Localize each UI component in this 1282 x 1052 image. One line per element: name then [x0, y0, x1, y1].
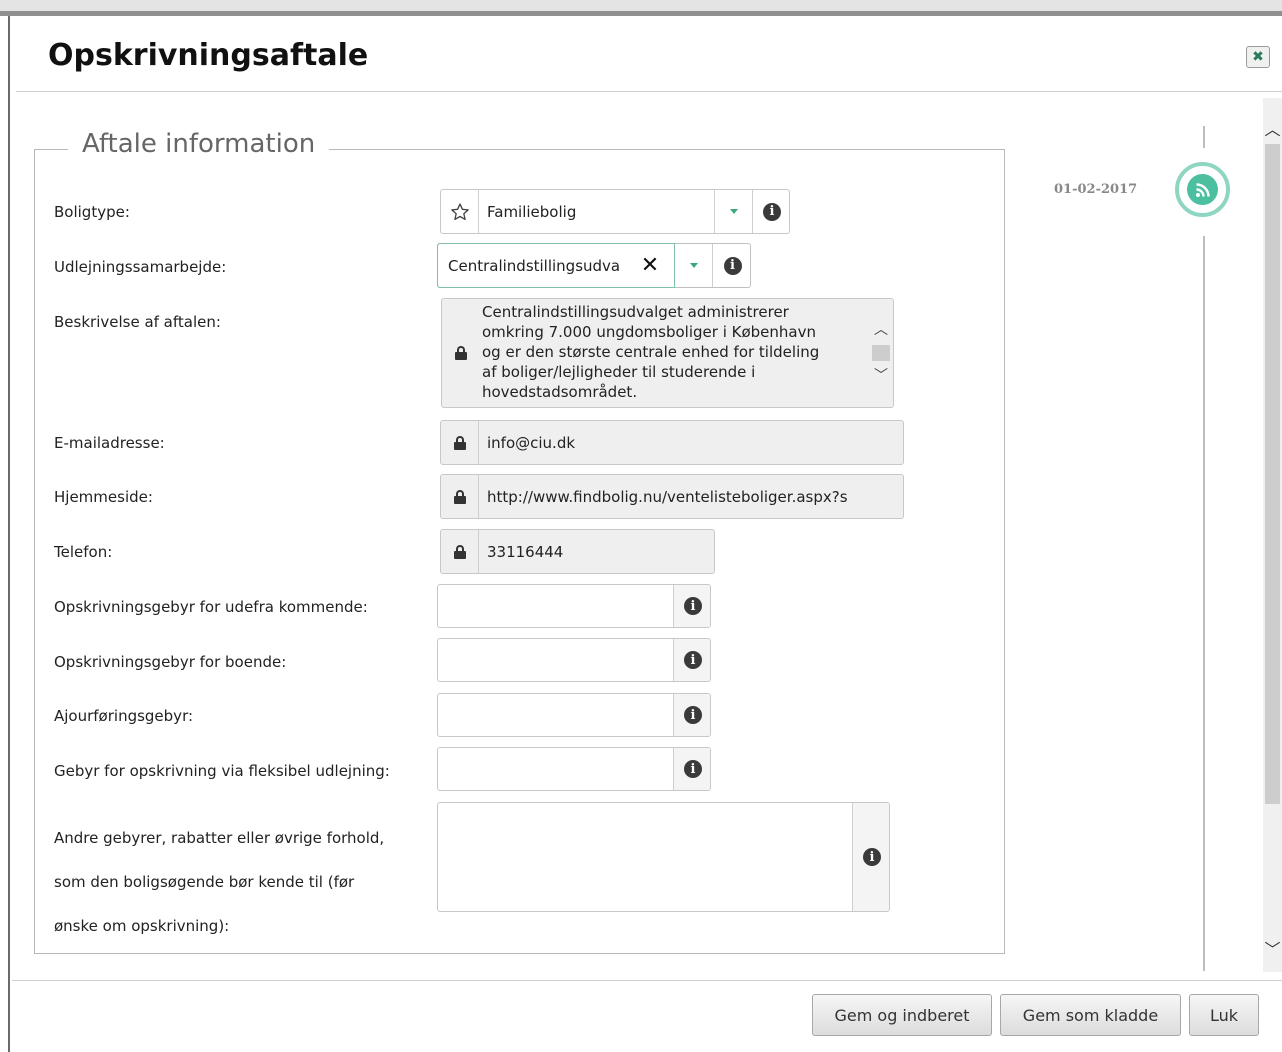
chevron-up-icon[interactable]: ︿: [1263, 116, 1282, 140]
andre-textarea[interactable]: i: [437, 802, 890, 912]
beskrivelse-label: Beskrivelse af aftalen:: [54, 313, 221, 331]
udlejningssamarbejde-value: Centralindstillingsudva: [448, 256, 621, 275]
info-icon: i: [763, 202, 781, 221]
beskrivelse-textarea[interactable]: Centralindstillingsudvalget administrere…: [441, 298, 894, 408]
email-value: info@ciu.dk: [487, 433, 576, 452]
lock-icon: [442, 299, 480, 407]
timeline-date: 01-02-2017: [1054, 182, 1138, 197]
andre-info-button[interactable]: i: [852, 803, 889, 911]
udlejningssamarbejde-select[interactable]: Centralindstillingsudva ✕ i: [437, 243, 751, 288]
andre-label: Andre gebyrer, rabatter eller øvrige for…: [54, 816, 384, 948]
close-icon: ✖: [1252, 49, 1264, 65]
boligtype-select[interactable]: Familiebolig i: [440, 189, 790, 234]
andre-label-line: ønske om opskrivning):: [54, 917, 230, 935]
section-legend: Aftale information: [68, 129, 330, 159]
email-field[interactable]: info@ciu.dk: [440, 420, 904, 465]
star-icon[interactable]: [441, 190, 479, 233]
beskrivelse-line: hovedstadsområdet.: [482, 383, 638, 401]
chevron-down-icon[interactable]: ﹀: [1263, 936, 1282, 960]
beskrivelse-line: af boliger/lejligheder til studerende i: [482, 363, 756, 381]
gebyr-fleksibel-info-button[interactable]: i: [673, 748, 710, 790]
scroll-thumb[interactable]: [1265, 144, 1280, 804]
submit-button[interactable]: Gem og indberet: [812, 994, 992, 1036]
gebyr-fleksibel-input[interactable]: i: [437, 747, 711, 791]
gebyr-boende-label: Opskrivningsgebyr for boende:: [54, 653, 287, 671]
hjemmeside-value: http://www.findbolig.nu/ventelistebolige…: [487, 487, 848, 506]
gebyr-boende-input[interactable]: i: [437, 638, 711, 682]
page-scrollbar[interactable]: ︿ ﹀: [1263, 98, 1282, 972]
boligtype-dropdown-arrow[interactable]: [714, 190, 752, 233]
rss-icon: [1187, 174, 1218, 205]
ajourfoering-label: Ajourføringsgebyr:: [54, 707, 194, 725]
telefon-label: Telefon:: [54, 543, 113, 561]
beskrivelse-line: Centralindstillingsudvalget administrere…: [482, 303, 789, 321]
timeline-line: [1203, 126, 1205, 148]
beskrivelse-line: og er den største centrale enhed for til…: [482, 343, 820, 361]
ajourfoering-value: [446, 694, 666, 736]
hjemmeside-label: Hjemmeside:: [54, 488, 153, 506]
udlejningssamarbejde-label: Udlejningssamarbejde:: [54, 258, 227, 276]
lock-icon: [441, 421, 479, 464]
chevron-down-icon[interactable]: ﹀: [869, 365, 893, 385]
info-icon: i: [723, 256, 742, 275]
telefon-value: 33116444: [487, 542, 564, 561]
beskrivelse-line: omkring 7.000 ungdomsboliger i København: [482, 323, 816, 341]
scroll-thumb[interactable]: [872, 345, 890, 361]
gebyr-udefra-label: Opskrivningsgebyr for udefra kommende:: [54, 598, 368, 616]
close-button[interactable]: ✖: [1246, 46, 1270, 68]
save-draft-button[interactable]: Gem som kladde: [1000, 994, 1181, 1036]
beskrivelse-scrollbar[interactable]: ︿ ﹀: [869, 299, 893, 407]
gebyr-boende-info-button[interactable]: i: [673, 639, 710, 681]
ajourfoering-info-button[interactable]: i: [673, 694, 710, 736]
andre-label-line: som den boligsøgende bør kende til (før: [54, 873, 355, 891]
timeline-event[interactable]: [1175, 162, 1230, 217]
gebyr-udefra-info-button[interactable]: i: [673, 585, 710, 627]
gebyr-udefra-input[interactable]: i: [437, 584, 711, 628]
gebyr-udefra-value: [446, 585, 666, 627]
info-icon: i: [684, 760, 702, 778]
andre-value: [446, 803, 846, 911]
udlejningssamarbejde-dropdown-arrow[interactable]: [674, 244, 712, 287]
clear-icon[interactable]: ✕: [636, 244, 664, 287]
info-icon: i: [684, 651, 702, 669]
boligtype-value: Familiebolig: [487, 202, 577, 221]
beskrivelse-text: Centralindstillingsudvalget administrere…: [482, 302, 872, 402]
info-icon: i: [684, 597, 702, 615]
window-left-edge: [0, 16, 10, 1052]
gebyr-boende-value: [446, 639, 666, 681]
timeline-line: [1203, 236, 1205, 971]
lock-icon: [441, 475, 479, 518]
close-dialog-button[interactable]: Luk: [1189, 994, 1259, 1036]
title-divider: [16, 91, 1282, 92]
andre-label-line: Andre gebyrer, rabatter eller øvrige for…: [54, 829, 385, 847]
info-icon: i: [863, 848, 881, 866]
ajourfoering-input[interactable]: i: [437, 693, 711, 737]
email-label: E-mailadresse:: [54, 434, 165, 452]
footer-divider: [12, 980, 1282, 981]
chevron-down-icon: [689, 263, 698, 268]
boligtype-label: Boligtype:: [54, 203, 130, 221]
info-icon: i: [684, 706, 702, 724]
udlejningssamarbejde-info-button[interactable]: i: [712, 244, 750, 287]
gebyr-fleksibel-label: Gebyr for opskrivning via fleksibel udle…: [54, 762, 390, 780]
boligtype-info-button[interactable]: i: [752, 190, 789, 233]
dialog: Opskrivningsaftale ✖ Aftale information …: [12, 16, 1282, 1052]
chevron-down-icon: [729, 209, 738, 214]
chevron-up-icon[interactable]: ︿: [869, 319, 893, 339]
hjemmeside-field[interactable]: http://www.findbolig.nu/ventelistebolige…: [440, 474, 904, 519]
dialog-title: Opskrivningsaftale: [48, 38, 369, 73]
lock-icon: [441, 530, 479, 573]
telefon-field[interactable]: 33116444: [440, 529, 715, 574]
gebyr-fleksibel-value: [446, 748, 666, 790]
